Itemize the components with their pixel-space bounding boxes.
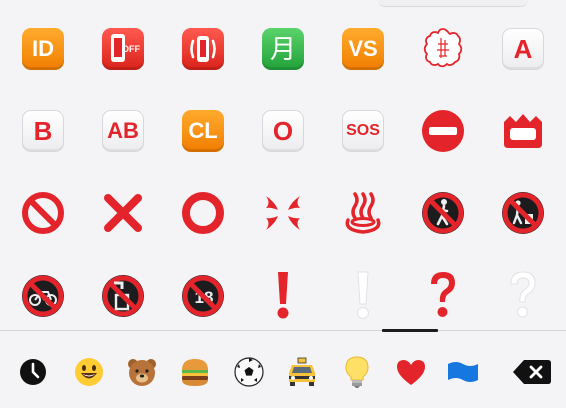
food-category-icon[interactable] [178, 355, 212, 389]
anger-symbol-icon [266, 196, 300, 230]
red-question-mark-icon [431, 272, 455, 317]
emoji-key[interactable] [243, 172, 323, 254]
emoji-key[interactable]: O [243, 90, 323, 172]
emoji-key[interactable]: OFF [83, 8, 163, 90]
emoji-key[interactable] [3, 172, 83, 254]
vibration-mode-icon [182, 28, 224, 70]
ab-blood-type-icon: AB [102, 110, 144, 152]
emoji-key[interactable] [83, 172, 163, 254]
emoji-key[interactable] [163, 8, 243, 90]
emoji-key[interactable]: AB [83, 90, 163, 172]
no-pedestrians-icon [422, 192, 464, 234]
emoji-key[interactable] [403, 172, 483, 254]
id-button-icon: ID [22, 28, 64, 70]
emoji-key[interactable] [403, 254, 483, 338]
travel-category-icon[interactable] [285, 355, 319, 389]
white-exclamation-mark-icon [357, 271, 369, 319]
cl-button-icon: CL [182, 110, 224, 152]
emoji-key[interactable]: B [3, 90, 83, 172]
emoji-key[interactable]: 18 [163, 254, 243, 338]
white-question-mark-icon [510, 271, 536, 318]
vs-button-icon: VS [342, 28, 384, 70]
symbols-category-icon[interactable] [394, 355, 428, 389]
emoji-key[interactable]: ID [3, 8, 83, 90]
emoji-key[interactable]: 月 [243, 8, 323, 90]
flags-category-icon[interactable] [446, 355, 480, 389]
mobile-phone-off-icon: OFF [102, 28, 144, 70]
emoji-key[interactable] [3, 254, 83, 338]
emoji-key[interactable]: CL [163, 90, 243, 172]
phone-off-label: OFF [122, 44, 140, 54]
no-entry-icon [422, 110, 464, 152]
activity-category-icon[interactable] [232, 355, 266, 389]
emoji-key[interactable] [483, 254, 563, 338]
emoji-key[interactable] [403, 8, 483, 90]
emoji-key[interactable] [403, 90, 483, 172]
emoji-key[interactable] [483, 172, 563, 254]
backspace-icon [513, 360, 551, 384]
b-blood-type-icon: B [22, 110, 64, 152]
smileys-category-icon[interactable] [72, 355, 106, 389]
emoji-key[interactable]: SOS [323, 90, 403, 172]
emoji-key[interactable]: VS [323, 8, 403, 90]
sos-button-icon: SOS [342, 110, 384, 152]
no-littering-icon [502, 192, 544, 234]
delete-key[interactable] [512, 355, 552, 389]
emoji-key[interactable] [243, 254, 323, 338]
emoji-key[interactable] [323, 172, 403, 254]
emoji-key[interactable] [483, 90, 563, 172]
emoji-key[interactable] [163, 172, 243, 254]
hollow-red-circle-icon [182, 192, 224, 234]
cross-mark-icon [104, 194, 142, 232]
non-potable-water-icon [102, 275, 144, 317]
objects-category-icon[interactable] [340, 355, 374, 389]
emoji-grid: ID OFF 月 VS A B AB CL O SOS [0, 0, 566, 330]
red-exclamation-mark-icon [277, 272, 289, 319]
recent-category-icon[interactable] [16, 355, 50, 389]
a-blood-type-icon: A [502, 28, 544, 70]
category-bar-divider [0, 330, 566, 331]
scroll-indicator [382, 329, 438, 332]
white-flower-icon [423, 28, 463, 68]
animals-category-icon[interactable] [125, 355, 159, 389]
hot-springs-icon [345, 192, 381, 234]
japanese-monthly-amount-icon: 月 [262, 28, 304, 70]
o-blood-type-icon: O [262, 110, 304, 152]
emoji-key[interactable] [323, 254, 403, 338]
emoji-key[interactable] [83, 254, 163, 338]
name-badge-icon [504, 114, 542, 148]
emoji-key[interactable]: A [483, 8, 563, 90]
prohibited-icon [22, 192, 64, 234]
no-bicycles-icon [22, 275, 64, 317]
no-one-under-eighteen-icon: 18 [182, 275, 224, 317]
